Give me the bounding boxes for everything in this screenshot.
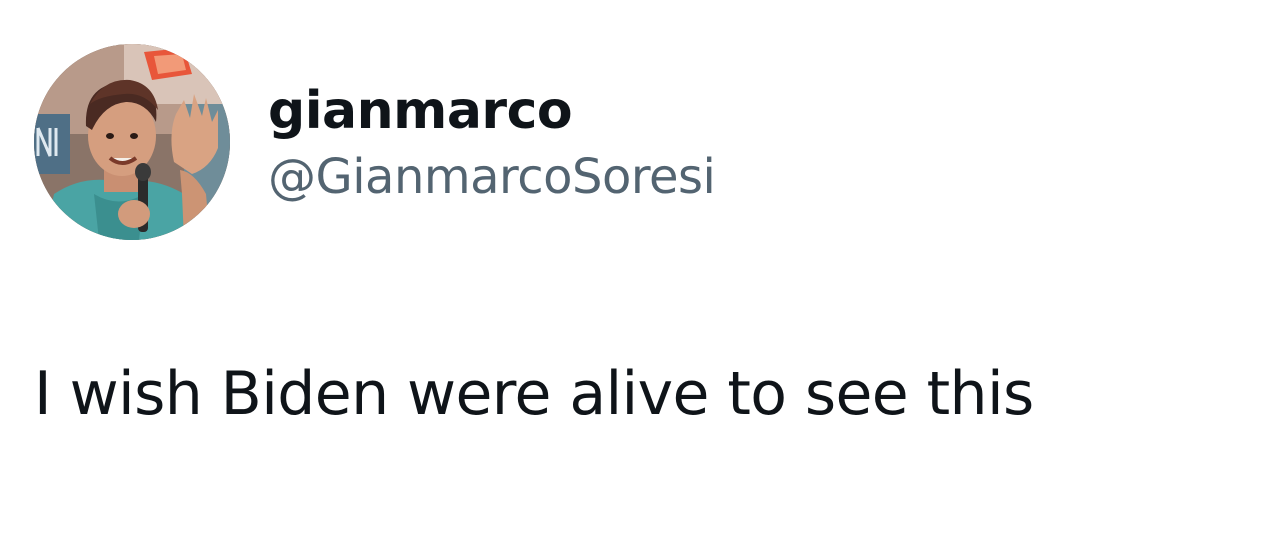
avatar-photo-icon	[34, 44, 230, 240]
tweet-header: gianmarco @GianmarcoSoresi	[34, 44, 716, 240]
avatar[interactable]	[34, 44, 230, 240]
author-display-name[interactable]: gianmarco	[268, 79, 715, 143]
tweet-card: gianmarco @GianmarcoSoresi I wish Biden …	[0, 0, 1264, 560]
author-handle[interactable]: @GianmarcoSoresi	[268, 145, 716, 209]
author-names: gianmarco @GianmarcoSoresi	[268, 75, 716, 209]
tweet-text: I wish Biden were alive to see this	[34, 359, 1034, 429]
